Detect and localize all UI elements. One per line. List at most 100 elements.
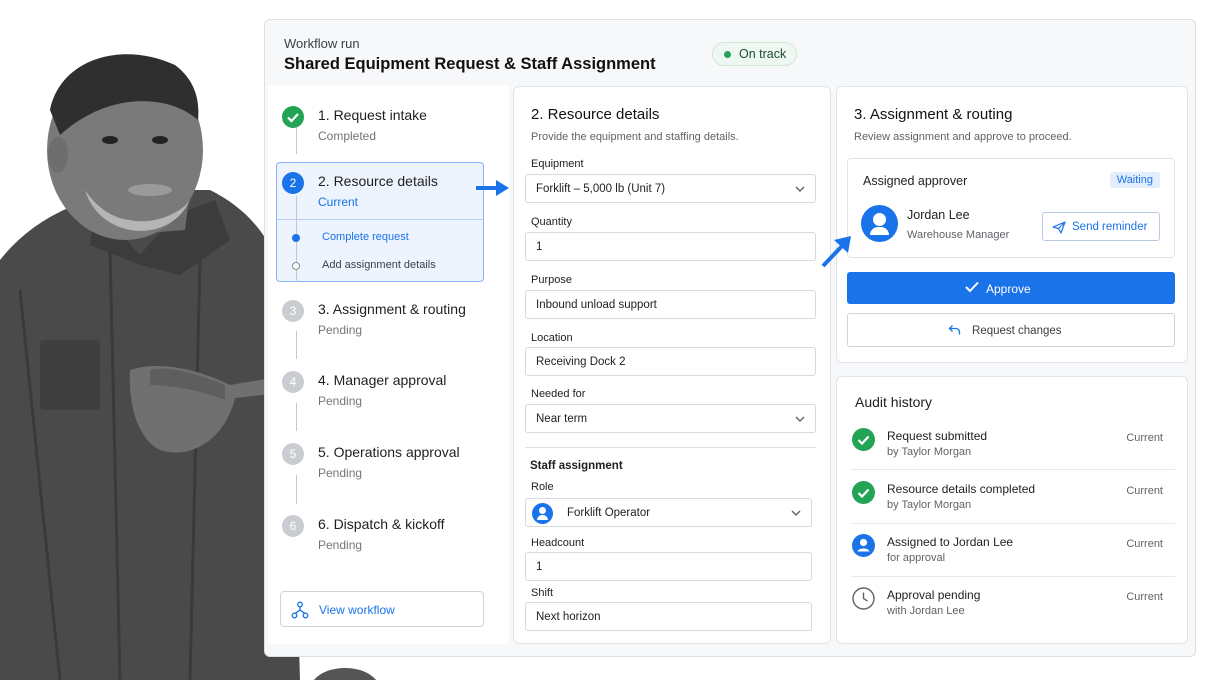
audit-divider — [851, 469, 1175, 470]
step-status: Pending — [318, 466, 363, 480]
substep-add-assignment[interactable]: Add assignment details — [322, 259, 436, 271]
clock-icon — [852, 587, 875, 610]
assigned-approver-card: Assigned approver Waiting Jordan Lee War… — [847, 158, 1175, 258]
needed-for-value: Near term — [536, 413, 588, 425]
purpose-input[interactable]: Inbound unload support — [525, 290, 816, 319]
role-label: Role — [531, 481, 554, 493]
audit-divider — [851, 523, 1175, 524]
audit-divider — [851, 576, 1175, 577]
status-badge: On track — [712, 42, 798, 66]
step-title: 2. Resource details — [318, 173, 438, 189]
steps-panel: 1. Request intake Completed 2 2. Resourc… — [268, 86, 509, 644]
audit-item-detail: for approval — [887, 552, 946, 564]
send-icon — [1052, 221, 1066, 234]
quantity-input[interactable]: 1 — [525, 232, 816, 261]
shift-label: Shift — [531, 587, 554, 599]
request-changes-label: Request changes — [972, 325, 1062, 337]
resource-details-panel: 2. Resource details Provide the equipmen… — [513, 86, 831, 644]
audit-item: Resource details completed by Taylor Mor… — [847, 475, 1175, 528]
shift-input[interactable]: Next horizon — [525, 602, 812, 631]
role-value: Forklift Operator — [567, 507, 651, 519]
substep-dot-icon — [292, 262, 300, 270]
chevron-down-icon — [795, 416, 805, 422]
check-circle-icon — [852, 481, 875, 504]
approve-button[interactable]: Approve — [847, 272, 1175, 304]
headcount-label: Headcount — [531, 537, 585, 549]
send-reminder-button[interactable]: Send reminder — [1042, 212, 1160, 241]
workflow-icon — [291, 601, 309, 619]
send-reminder-label: Send reminder — [1072, 221, 1148, 233]
view-workflow-button[interactable]: View workflow — [280, 591, 484, 627]
arrow-up-right-icon — [821, 236, 851, 268]
step-status: Current — [318, 195, 359, 209]
step-connector — [296, 127, 297, 154]
substep-complete-request[interactable]: Complete request — [322, 231, 409, 243]
purpose-value: Inbound unload support — [536, 299, 657, 311]
panel-title: 3. Assignment & routing — [854, 106, 1013, 123]
quantity-label: Quantity — [531, 216, 572, 228]
needed-for-select[interactable]: Near term — [525, 404, 816, 433]
staff-assignment-heading: Staff assignment — [530, 460, 623, 472]
step-number: 5 — [282, 443, 304, 465]
step-number: 2 — [282, 172, 304, 194]
step-status: Pending — [318, 538, 363, 552]
audit-item-tag: Current — [1126, 591, 1163, 603]
waiting-badge: Waiting — [1109, 172, 1160, 188]
audit-item-detail: by Taylor Morgan — [887, 446, 972, 458]
needed-for-label: Needed for — [531, 388, 586, 400]
status-dot-icon — [724, 51, 731, 58]
approve-label: Approve — [986, 282, 1031, 296]
equipment-select[interactable]: Forklift – 5,000 lb (Unit 7) — [525, 174, 816, 203]
audit-item-title: Assigned to Jordan Lee — [887, 535, 1014, 549]
view-workflow-label: View workflow — [319, 603, 395, 617]
panel-title: 2. Resource details — [531, 106, 660, 123]
current-step-divider — [276, 219, 484, 220]
step-title: 4. Manager approval — [318, 372, 447, 388]
purpose-label: Purpose — [531, 274, 572, 286]
audit-item-detail: by Taylor Morgan — [887, 499, 972, 511]
audit-title: Audit history — [855, 394, 933, 410]
shift-value: Next horizon — [536, 611, 601, 623]
step-number: 4 — [282, 371, 304, 393]
arrow-right-icon — [476, 180, 509, 196]
equipment-value: Forklift – 5,000 lb (Unit 7) — [536, 183, 666, 195]
location-input[interactable]: Receiving Dock 2 — [525, 347, 816, 376]
step-connector — [296, 403, 297, 431]
user-avatar-icon — [532, 503, 553, 524]
panel-description: Provide the equipment and staffing detai… — [531, 131, 739, 143]
equipment-label: Equipment — [531, 158, 584, 170]
audit-item-title: Resource details completed — [887, 482, 1036, 496]
headcount-value: 1 — [536, 561, 543, 573]
step-title: 6. Dispatch & kickoff — [318, 516, 445, 532]
location-value: Receiving Dock 2 — [536, 356, 626, 368]
avatar — [861, 205, 898, 242]
approver-heading: Assigned approver — [863, 174, 968, 188]
headcount-input[interactable]: 1 — [525, 552, 812, 581]
page-title: Shared Equipment Request & Staff Assignm… — [284, 55, 656, 73]
substep-dot-icon — [292, 234, 300, 242]
section-divider — [525, 447, 816, 448]
step-connector — [296, 331, 297, 359]
panel-description: Review assignment and approve to proceed… — [854, 131, 1072, 143]
step-title: 3. Assignment & routing — [318, 301, 466, 317]
quantity-value: 1 — [536, 241, 543, 253]
step-number: 3 — [282, 300, 304, 322]
audit-history-panel: Audit history Request submitted by Taylo… — [836, 376, 1188, 644]
step-status: Pending — [318, 323, 363, 337]
request-changes-button[interactable]: Request changes — [847, 313, 1175, 347]
step-status: Pending — [318, 394, 363, 408]
assignment-routing-panel: 3. Assignment & routing Review assignmen… — [836, 86, 1188, 363]
audit-item: Assigned to Jordan Lee for approval Curr… — [847, 528, 1175, 581]
user-avatar-icon — [852, 534, 875, 557]
status-badge-label: On track — [739, 47, 787, 61]
audit-item: Request submitted by Taylor Morgan Curre… — [847, 422, 1175, 475]
chevron-down-icon — [795, 186, 805, 192]
role-select[interactable]: Forklift Operator — [525, 498, 812, 527]
approver-role: Warehouse Manager — [907, 229, 1010, 241]
audit-item-tag: Current — [1126, 432, 1163, 444]
step-number: 6 — [282, 515, 304, 537]
step-connector — [296, 475, 297, 504]
chevron-down-icon — [791, 510, 801, 516]
check-circle-icon — [852, 428, 875, 451]
step-title: 5. Operations approval — [318, 444, 460, 460]
